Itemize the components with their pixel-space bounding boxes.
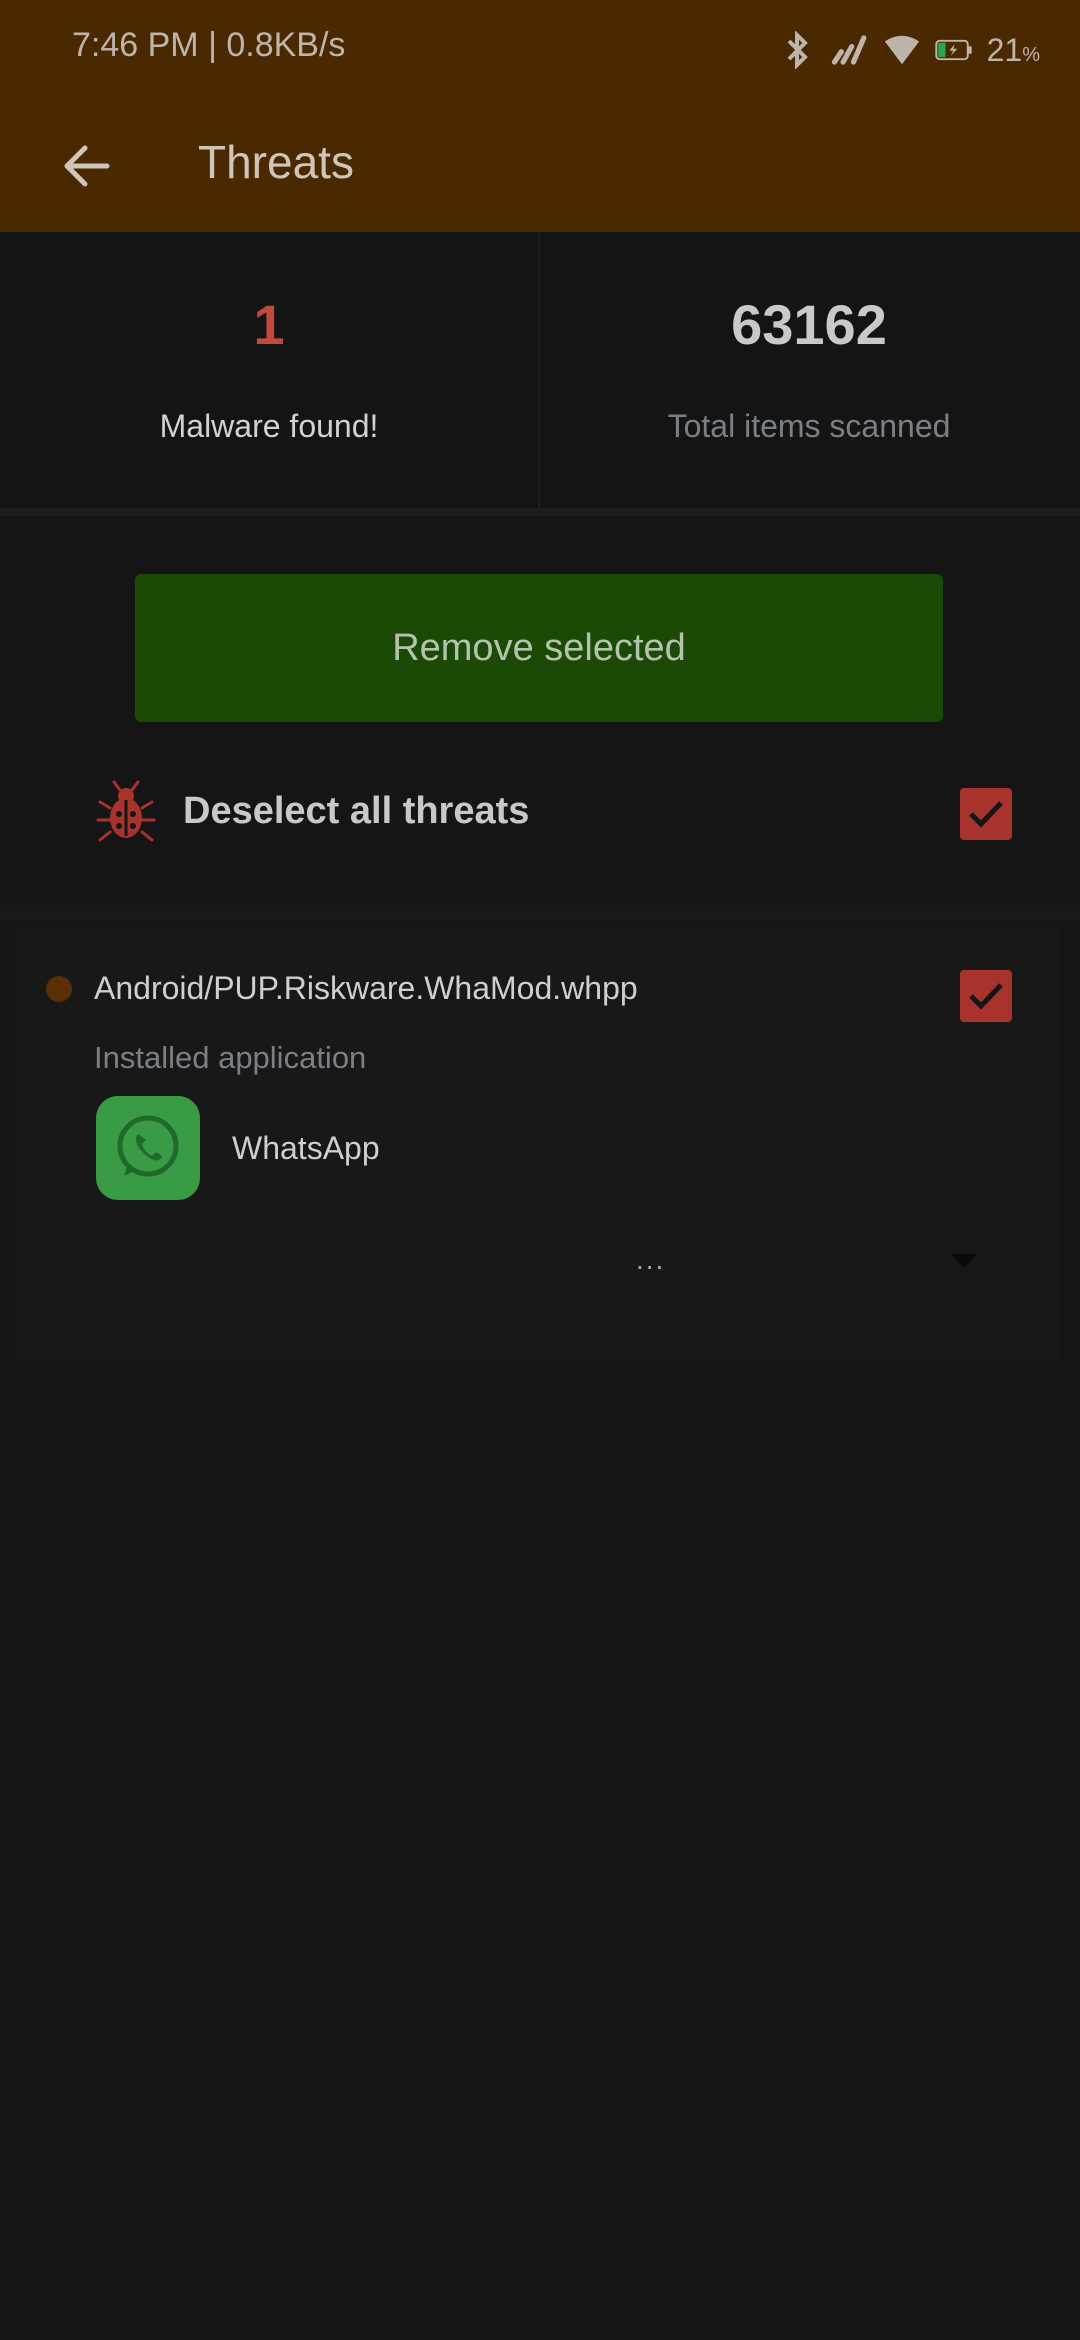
status-icons: 21%	[779, 28, 1040, 72]
checkmark-icon	[969, 983, 1003, 1010]
malware-count: 1	[253, 293, 285, 356]
scanned-stat: 63162 Total items scanned	[540, 232, 1078, 508]
deselect-all-row[interactable]: Deselect all threats	[0, 760, 1080, 870]
section-divider	[0, 905, 1080, 921]
threat-checkbox[interactable]	[960, 970, 1012, 1022]
status-time: 7:46 PM | 0.8KB/s	[72, 26, 346, 64]
threat-name: Android/PUP.Riskware.WhaMod.whpp	[94, 970, 638, 1006]
battery-icon	[934, 31, 973, 69]
bug-icon	[96, 780, 156, 842]
checkmark-icon	[969, 801, 1003, 828]
threat-card: Android/PUP.Riskware.WhaMod.whpp Install…	[16, 928, 1060, 1360]
back-button[interactable]	[44, 124, 128, 208]
malware-stat: 1 Malware found!	[0, 232, 538, 508]
bluetooth-icon	[779, 31, 817, 69]
more-details[interactable]: ...	[636, 1244, 665, 1276]
whatsapp-icon	[96, 1096, 200, 1200]
threat-type: Installed application	[94, 1040, 367, 1075]
scanned-count: 63162	[731, 293, 887, 356]
deselect-all-label: Deselect all threats	[183, 790, 530, 832]
app-name: WhatsApp	[232, 1130, 380, 1166]
deselect-all-checkbox[interactable]	[960, 788, 1012, 840]
scanned-label: Total items scanned	[667, 408, 951, 444]
remove-selected-button[interactable]: Remove selected	[135, 574, 943, 722]
page-title: Threats	[198, 136, 354, 188]
wifi-icon	[883, 31, 921, 69]
signal-icon	[831, 31, 869, 69]
status-bar: 7:46 PM | 0.8KB/s 21%	[0, 0, 1080, 100]
battery-percent: 21%	[986, 31, 1040, 68]
chevron-down-icon[interactable]	[950, 1254, 978, 1268]
malware-label: Malware found!	[159, 408, 379, 444]
scan-stats: 1 Malware found! 63162 Total items scann…	[0, 232, 1080, 516]
severity-indicator	[46, 976, 72, 1002]
arrow-left-icon	[64, 145, 110, 187]
app-bar: Threats	[0, 100, 1080, 232]
